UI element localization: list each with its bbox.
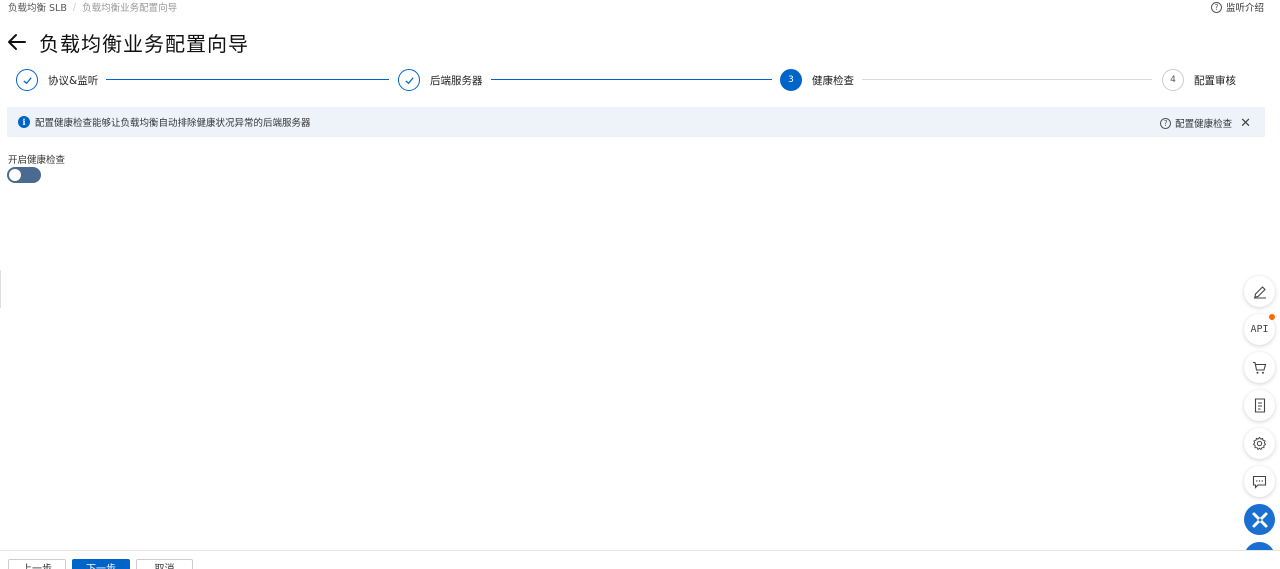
floating-toolbar: API bbox=[1244, 276, 1275, 569]
gear-icon bbox=[1252, 436, 1267, 451]
message-icon bbox=[1252, 475, 1267, 489]
cart-icon bbox=[1253, 361, 1267, 374]
step-connector bbox=[491, 79, 772, 80]
step-number: 4 bbox=[1162, 69, 1184, 91]
step-label: 后端服务器 bbox=[430, 74, 483, 87]
step-health-check: 3 健康检查 bbox=[780, 68, 854, 92]
info-notice: i 配置健康检查能够让负载均衡自动排除健康状况异常的后端服务器 ? 配置健康检查… bbox=[7, 107, 1265, 137]
step-connector bbox=[106, 79, 389, 80]
info-icon: i bbox=[18, 116, 30, 128]
wizard-footer: 上一步 下一步 取消 bbox=[0, 550, 1280, 569]
edit-icon bbox=[1253, 285, 1266, 299]
feedback-button[interactable] bbox=[1244, 466, 1275, 497]
breadcrumb-root[interactable]: 负载均衡 SLB bbox=[8, 0, 67, 14]
step-connector bbox=[862, 79, 1152, 80]
api-icon: API bbox=[1250, 324, 1269, 335]
next-step-button[interactable]: 下一步 bbox=[72, 559, 130, 569]
step-label: 健康检查 bbox=[812, 74, 854, 87]
step-protocol-listener: 协议&监听 bbox=[16, 68, 98, 92]
step-label: 配置审核 bbox=[1194, 74, 1236, 87]
document-button[interactable] bbox=[1244, 390, 1275, 421]
title-row: 负载均衡业务配置向导 bbox=[7, 28, 249, 56]
health-check-toggle[interactable] bbox=[7, 167, 41, 183]
left-edge-handle[interactable] bbox=[0, 270, 1, 308]
assistant-icon bbox=[1252, 512, 1267, 527]
arrow-left-icon[interactable] bbox=[7, 32, 27, 52]
breadcrumb-current: 负载均衡业务配置向导 bbox=[82, 3, 178, 14]
cart-button[interactable] bbox=[1244, 352, 1275, 383]
step-config-review: 4 配置审核 bbox=[1162, 68, 1236, 92]
notice-actions: ? 配置健康检查 ✕ bbox=[1160, 116, 1251, 130]
listener-help-label: 监听介绍 bbox=[1225, 3, 1264, 14]
listener-help-link[interactable]: ? 监听介绍 bbox=[1210, 1, 1264, 14]
notification-dot bbox=[1269, 314, 1275, 320]
wizard-steps: 协议&监听 后端服务器 3 健康检查 4 配置审核 bbox=[0, 68, 1280, 92]
toggle-knob bbox=[9, 169, 21, 181]
health-check-toggle-label: 开启健康检查 bbox=[8, 155, 66, 166]
question-circle-icon: ? bbox=[1210, 1, 1222, 13]
close-icon[interactable]: ✕ bbox=[1240, 117, 1251, 130]
check-icon bbox=[16, 69, 38, 91]
check-icon bbox=[398, 69, 420, 91]
page-title: 负载均衡业务配置向导 bbox=[39, 31, 249, 56]
question-circle-icon: ? bbox=[1160, 117, 1172, 129]
breadcrumb: 负载均衡 SLB / 负载均衡业务配置向导 bbox=[8, 0, 178, 15]
breadcrumb-separator: / bbox=[72, 1, 77, 13]
cancel-button[interactable]: 取消 bbox=[136, 559, 193, 569]
edit-button[interactable] bbox=[1244, 276, 1275, 307]
step-label: 协议&监听 bbox=[48, 74, 99, 87]
doc-icon bbox=[1254, 398, 1265, 413]
health-check-help-link[interactable]: 配置健康检查 bbox=[1175, 116, 1232, 130]
step-number: 3 bbox=[780, 69, 802, 91]
step-backend-servers: 后端服务器 bbox=[398, 68, 483, 92]
settings-button[interactable] bbox=[1244, 428, 1275, 459]
previous-step-button[interactable]: 上一步 bbox=[8, 559, 66, 569]
notice-text: 配置健康检查能够让负载均衡自动排除健康状况异常的后端服务器 bbox=[35, 118, 311, 129]
assistant-button[interactable] bbox=[1244, 504, 1275, 535]
api-button[interactable]: API bbox=[1244, 314, 1275, 345]
